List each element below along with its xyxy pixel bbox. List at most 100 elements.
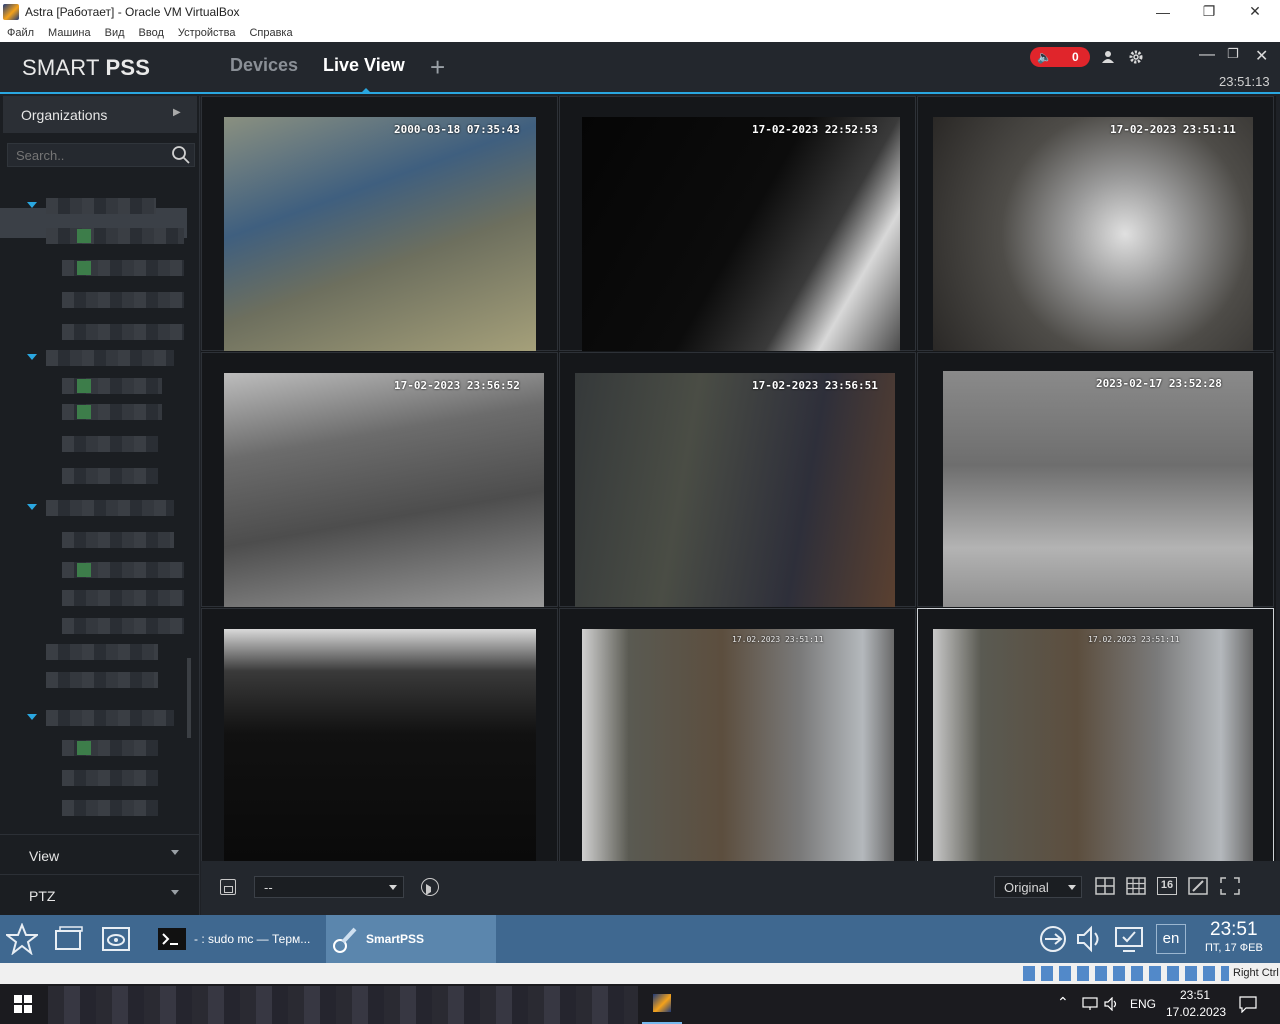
refresh-icon[interactable] [421,878,439,896]
tree-group[interactable] [46,350,174,366]
virtualbox-task-icon[interactable] [642,984,682,1024]
aspect-ratio-select[interactable]: Original [994,876,1082,898]
tray-overflow-icon[interactable]: ⌃ [1057,994,1069,1011]
online-status-icon [77,741,91,755]
tree-device[interactable] [46,644,158,660]
input-language[interactable]: ENG [1130,997,1156,1011]
network-tray-icon[interactable] [1082,997,1098,1011]
tree-group[interactable] [46,710,174,726]
online-status-icon [77,261,91,275]
menu-view[interactable]: Вид [105,27,125,39]
gear-icon[interactable] [1128,49,1144,65]
video-cell-selected[interactable]: 17.02.2023 23:51:11 [917,608,1274,863]
tree-device[interactable] [62,800,158,816]
chevron-right-icon: ▶ [173,107,181,118]
view-select[interactable]: -- [254,876,404,898]
task-smartpss-label: SmartPSS [366,932,425,946]
add-tab-icon[interactable]: + [430,54,445,80]
windows-start-icon[interactable] [14,995,32,1013]
video-cell[interactable] [201,608,558,863]
save-view-icon[interactable] [220,879,236,895]
volume-icon[interactable] [1074,923,1106,955]
windows-clock-time[interactable]: 23:51 [1180,988,1210,1002]
tree-group[interactable] [46,198,156,214]
vbox-host-key: Right Ctrl [1233,967,1279,979]
live-view-toolbar: -- Original 16 [201,861,1280,915]
chevron-down-icon [171,850,179,855]
ptz-section-label: PTZ [29,888,56,904]
vbox-status-icons[interactable] [1023,966,1229,981]
alarm-button[interactable]: 🔈 0 [1030,47,1090,67]
astra-clock-time[interactable]: 23:51 [1210,919,1258,941]
show-desktop-icon[interactable] [100,923,132,955]
app-header: SMART PSS Devices Live View + 🔈 0 — ❐ ✕ … [0,42,1280,94]
star-menu-icon[interactable] [6,923,38,955]
tree-device[interactable] [62,292,184,308]
video-cell[interactable]: 17-02-2023 22:52:53 [559,96,916,351]
vbox-window-title: Astra [Работает] - Oracle VM VirtualBox [25,4,240,19]
device-tree [0,178,200,868]
tree-device[interactable] [62,324,184,340]
tree-device[interactable] [62,468,158,484]
app-clock: 23:51:13 [1219,74,1270,89]
camera-feed [224,373,544,607]
close-button[interactable]: ✕ [1232,0,1278,23]
split-9-icon[interactable] [1126,877,1146,895]
network-icon[interactable] [1037,923,1069,955]
notifications-icon[interactable] [1239,995,1257,1013]
expand-caret-icon[interactable] [27,202,37,208]
minimize-button[interactable]: — [1140,0,1186,23]
online-status-icon [77,563,91,577]
keyboard-layout-button[interactable]: en [1156,924,1186,954]
tree-device[interactable] [46,672,158,688]
astra-taskbar: - : sudo mc — Терм... SmartPSS en 23:51 … [0,915,1280,963]
app-minimize-button[interactable]: — [1199,46,1215,64]
video-cell[interactable]: 2000-03-18 07:35:43 [201,96,558,351]
tree-device[interactable] [62,618,184,634]
custom-split-edit-icon[interactable] [1188,877,1208,895]
pinned-apps[interactable] [48,986,638,1024]
search-input[interactable] [16,148,166,163]
view-section-header[interactable]: View [0,834,200,874]
expand-caret-icon[interactable] [27,354,37,360]
tree-device[interactable] [62,590,184,606]
tree-device[interactable] [62,770,158,786]
tree-group[interactable] [46,500,174,516]
display-icon[interactable] [1113,923,1145,955]
split-16-button[interactable]: 16 [1157,877,1177,895]
smartpss-window: SMART PSS Devices Live View + 🔈 0 — ❐ ✕ … [0,42,1280,915]
windows-switcher-icon[interactable] [53,923,85,955]
tree-device[interactable] [62,436,158,452]
organizations-header[interactable]: Organizations ▶ [3,96,197,133]
menu-machine[interactable]: Машина [48,27,91,39]
menu-help[interactable]: Справка [249,27,292,39]
app-maximize-button[interactable]: ❐ [1227,46,1239,62]
video-cell[interactable]: 17-02-2023 23:56:52 [201,352,558,607]
split-4-icon[interactable] [1095,877,1115,895]
video-cell[interactable]: 17.02.2023 23:51:11 [559,608,916,863]
tab-live-view[interactable]: Live View [323,55,405,76]
menu-devices[interactable]: Устройства [178,27,236,39]
ptz-section-header[interactable]: PTZ [0,874,200,914]
feed-timestamp: 17.02.2023 23:51:11 [1088,635,1180,644]
task-terminal[interactable]: - : sudo mc — Терм... [152,915,322,963]
menu-file[interactable]: Файл [7,27,34,39]
expand-caret-icon[interactable] [27,714,37,720]
restore-button[interactable]: ❐ [1186,0,1232,23]
video-cell[interactable]: 2023-02-17 23:52:28 [917,352,1274,607]
tree-device[interactable] [46,228,184,244]
tree-scrollbar[interactable] [187,658,191,738]
app-close-button[interactable]: ✕ [1255,46,1268,66]
menu-input[interactable]: Ввод [139,27,164,39]
video-cell[interactable]: 17-02-2023 23:56:51 [559,352,916,607]
tab-devices[interactable]: Devices [230,55,298,76]
task-smartpss[interactable]: SmartPSS [326,915,496,963]
video-cell[interactable]: 17-02-2023 23:51:11 [917,96,1274,351]
expand-caret-icon[interactable] [27,504,37,510]
speaker-tray-icon[interactable] [1104,997,1120,1011]
fullscreen-icon[interactable] [1220,877,1240,895]
chevron-down-icon [389,885,397,890]
tree-device[interactable] [62,532,174,548]
user-icon[interactable] [1101,50,1115,64]
search-icon[interactable] [171,145,191,165]
